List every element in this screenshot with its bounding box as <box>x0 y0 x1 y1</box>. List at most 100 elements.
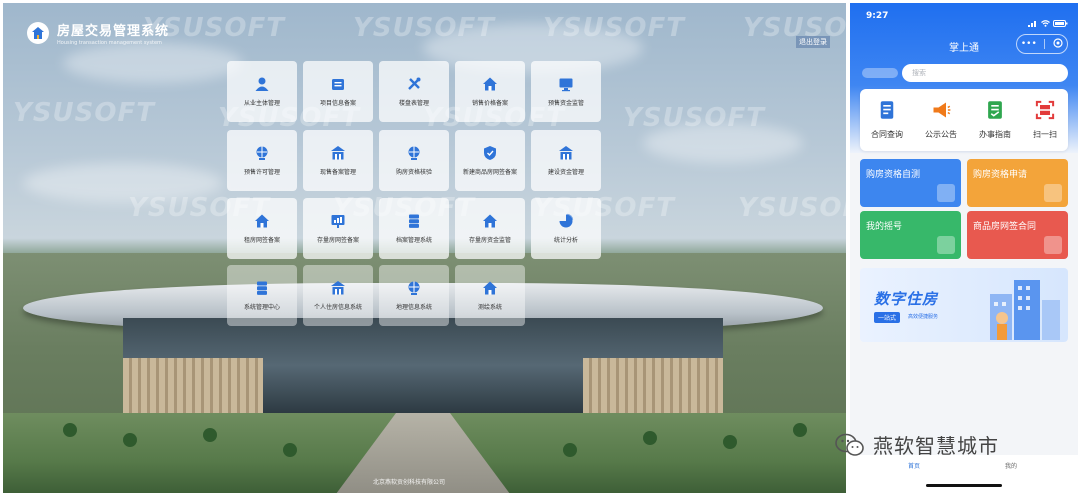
module-tile-label: 现售备案管理 <box>319 169 356 176</box>
tab-mine[interactable]: 我的 <box>1005 461 1017 470</box>
module-tile[interactable]: 项目信息备案 <box>303 61 373 122</box>
sky-cloud <box>23 163 223 203</box>
house-icon <box>254 213 270 229</box>
module-tile[interactable]: 建设资金管理 <box>531 130 601 191</box>
module-tile-label: 测绘系统 <box>477 304 502 311</box>
digital-housing-banner[interactable]: 数字住房 一站式 高效便捷服务 <box>860 268 1068 342</box>
station-facade <box>583 358 723 413</box>
service-card-label: 我的摇号 <box>866 222 903 232</box>
system-logo: 房屋交易管理系统 Housing transaction management … <box>27 20 169 46</box>
module-tile[interactable]: 存量房网签备案 <box>303 198 373 259</box>
module-tile-label: 楼盘表管理 <box>398 100 429 107</box>
desktop-portal: YSUSOFT YSUSOFT YSUSOFT YSUSOFT YSUSOFT … <box>3 3 846 493</box>
copyright-text: 北京燕软贡创科技有限公司 <box>373 479 446 486</box>
quick-actions: 合同查询 公示公告 办事指南 扫一扫 <box>860 89 1068 151</box>
screenshot-root: YSUSOFT YSUSOFT YSUSOFT YSUSOFT YSUSOFT … <box>0 0 1080 495</box>
quick-action[interactable]: 合同查询 <box>871 100 903 140</box>
module-tile[interactable]: 新建商品房网签备案 <box>455 130 525 191</box>
module-tile-label: 从业主体管理 <box>243 100 280 107</box>
module-tile[interactable]: 个人住房信息系统 <box>303 265 373 326</box>
service-card[interactable]: 购房资格申请 <box>967 159 1068 207</box>
house-icon <box>482 76 498 92</box>
module-tile-label: 项目信息备案 <box>319 100 356 107</box>
module-tile[interactable]: 地理信息系统 <box>379 265 449 326</box>
service-card[interactable]: 购房资格自测 <box>860 159 961 207</box>
quick-action[interactable]: 扫一扫 <box>1033 100 1057 140</box>
status-time: 9:27 <box>866 11 889 21</box>
city-selector[interactable] <box>862 68 898 78</box>
home-indicator <box>926 484 1002 487</box>
system-title: 房屋交易管理系统 <box>57 24 170 39</box>
module-tile-label: 地理信息系统 <box>395 304 432 311</box>
mobile-app: 9:27 掌上通 ••• 搜索 合同查询 公示公告 办事指南 扫一扫 购房资格自测 购房… <box>850 3 1078 493</box>
quick-action[interactable]: 公示公告 <box>925 100 957 140</box>
banner-title: 数字住房 <box>874 290 939 308</box>
building-icon <box>330 280 346 296</box>
capsule-divider <box>1044 39 1046 49</box>
service-card[interactable]: 商品房网签合同 <box>967 211 1068 259</box>
tab-home[interactable]: 首页 <box>908 461 920 470</box>
module-tile[interactable]: 统计分析 <box>531 198 601 259</box>
watermark: YSUSOFT <box>743 13 846 43</box>
logout-button[interactable]: 退出登录 <box>796 36 830 48</box>
service-card-label: 购房资格申请 <box>973 170 1028 180</box>
house-icon <box>482 280 498 296</box>
module-tile-label: 存量房网签备案 <box>316 237 359 244</box>
sky-cloud <box>63 43 243 83</box>
module-tile[interactable]: 预售资金监管 <box>531 61 601 122</box>
banner-tag: 一站式 <box>874 312 901 323</box>
shield-icon <box>482 145 498 161</box>
close-circle-icon[interactable] <box>1053 37 1063 51</box>
module-tile[interactable]: 购房资格核验 <box>379 130 449 191</box>
module-tile[interactable]: 楼盘表管理 <box>379 61 449 122</box>
more-icon[interactable]: ••• <box>1021 39 1037 49</box>
service-card-label: 商品房网签合同 <box>973 222 1037 232</box>
module-tile[interactable]: 系统管理中心 <box>227 265 297 326</box>
tree <box>63 423 77 437</box>
chart-board-icon <box>330 213 346 229</box>
globe-icon <box>406 145 422 161</box>
service-card[interactable]: 我的摇号 <box>860 211 961 259</box>
quick-action[interactable]: 办事指南 <box>979 100 1011 140</box>
module-tile[interactable]: 现售备案管理 <box>303 130 373 191</box>
module-tile-label: 存量房资金监管 <box>468 237 511 244</box>
module-tile[interactable]: 预售许可管理 <box>227 130 297 191</box>
watermark: YSUSOFT <box>738 193 846 223</box>
banner-subtitle: 高效便捷服务 <box>908 314 939 320</box>
quick-action-label: 合同查询 <box>871 130 903 139</box>
module-tile[interactable]: 存量房资金监管 <box>455 198 525 259</box>
tree <box>723 435 737 449</box>
module-tile-label: 档案管理系统 <box>395 237 432 244</box>
globe-icon <box>254 145 270 161</box>
module-tile-label: 统计分析 <box>553 237 578 244</box>
status-icons <box>1028 12 1068 31</box>
tree <box>283 443 297 457</box>
battery-icon <box>1053 12 1068 31</box>
mini-program-capsule[interactable]: ••• <box>1016 34 1068 54</box>
module-tile[interactable]: 测绘系统 <box>455 265 525 326</box>
tree <box>563 443 577 457</box>
wechat-icon <box>835 433 864 456</box>
stack-icon <box>254 280 270 296</box>
module-tile-label: 建设资金管理 <box>547 169 584 176</box>
module-tile[interactable]: 档案管理系统 <box>379 198 449 259</box>
buildings-illustration-icon <box>990 280 1060 340</box>
quick-action-label: 办事指南 <box>979 130 1011 139</box>
card-decoration-icon <box>1044 184 1062 202</box>
scan-icon <box>1035 100 1055 124</box>
stack-icon <box>406 213 422 229</box>
tools-icon <box>406 76 422 92</box>
card-decoration-icon <box>1044 236 1062 254</box>
quick-action-label: 扫一扫 <box>1033 130 1057 139</box>
sky-cloud <box>643 123 803 163</box>
signal-icon <box>1028 12 1038 31</box>
module-tile[interactable]: 从业主体管理 <box>227 61 297 122</box>
module-tile[interactable]: 租房网签备案 <box>227 198 297 259</box>
module-tile-label: 购房资格核验 <box>395 169 432 176</box>
module-tile-label: 预售许可管理 <box>243 169 280 176</box>
module-tile[interactable]: 销售价格备案 <box>455 61 525 122</box>
user-icon <box>254 76 270 92</box>
search-input[interactable]: 搜索 <box>902 64 1068 82</box>
module-tile-label: 系统管理中心 <box>243 304 280 311</box>
globe-icon <box>406 280 422 296</box>
